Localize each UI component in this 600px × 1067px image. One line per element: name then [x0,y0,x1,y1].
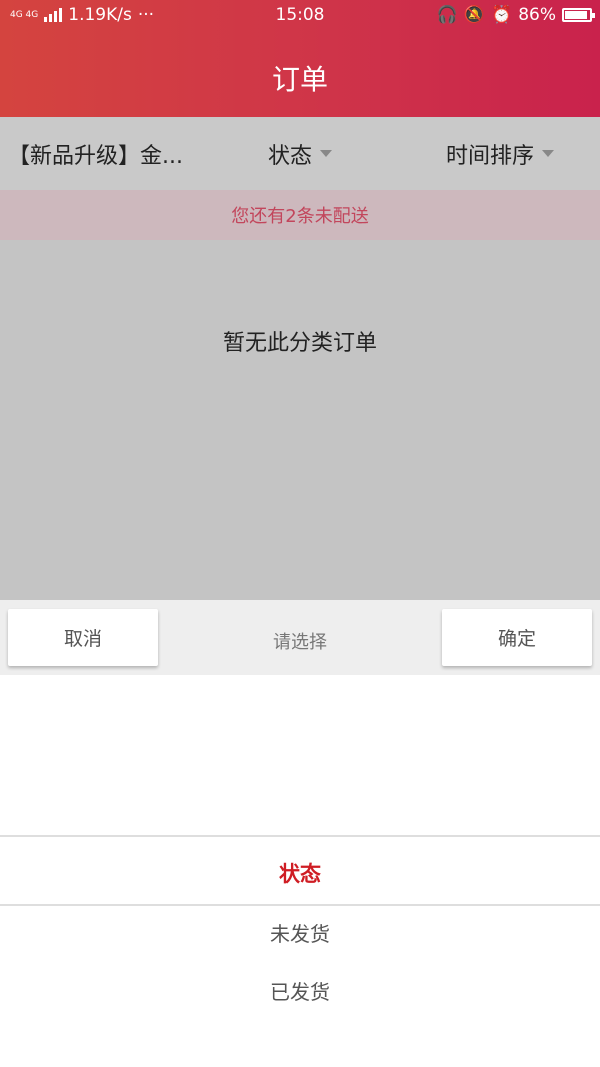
picker-option[interactable]: 未发货 [0,918,600,947]
status-bar: 4G 4G 1.19K/s ··· 15:08 🎧 🔕 ⏰ 86% [0,0,600,32]
selection-line-top [0,835,600,837]
order-list-empty: 暂无此分类订单 [0,240,600,600]
status-right: 🎧 🔕 ⏰ 86% [436,5,595,25]
chevron-down-icon [542,150,554,157]
picker-option[interactable]: 已发货 [0,976,600,1005]
picker-option-selected[interactable]: 状态 [0,858,600,888]
mute-bell-icon: 🔕 [463,5,486,25]
app-header: 4G 4G 1.19K/s ··· 15:08 🎧 🔕 ⏰ 86% 订单 [0,0,600,117]
chevron-down-icon [320,150,332,157]
filter-bar: 【新品升级】金... 状态 时间排序 [0,117,600,190]
status-filter[interactable]: 状态 [200,117,400,190]
battery-icon [562,8,595,22]
sort-filter[interactable]: 时间排序 [400,117,600,190]
product-filter[interactable]: 【新品升级】金... [0,117,200,190]
sort-filter-label: 时间排序 [445,143,534,169]
confirm-button[interactable]: 确定 [442,609,592,666]
empty-message: 暂无此分类订单 [222,331,377,356]
selection-line-bottom [0,904,600,906]
alarm-icon: ⏰ [491,5,513,25]
battery-percent: 86% [518,5,556,25]
notice-text: 您还有2条未配送 [231,206,369,227]
picker-toolbar: 取消 请选择 确定 [0,600,600,675]
undelivered-notice[interactable]: 您还有2条未配送 [0,190,600,240]
status-picker-wheel[interactable]: 状态 未发货 已发货 [0,675,600,1067]
page-title: 订单 [271,63,328,96]
headset-icon: 🎧 [436,5,458,25]
status-filter-label: 状态 [267,143,312,169]
product-filter-label: 【新品升级】金... [8,143,183,169]
